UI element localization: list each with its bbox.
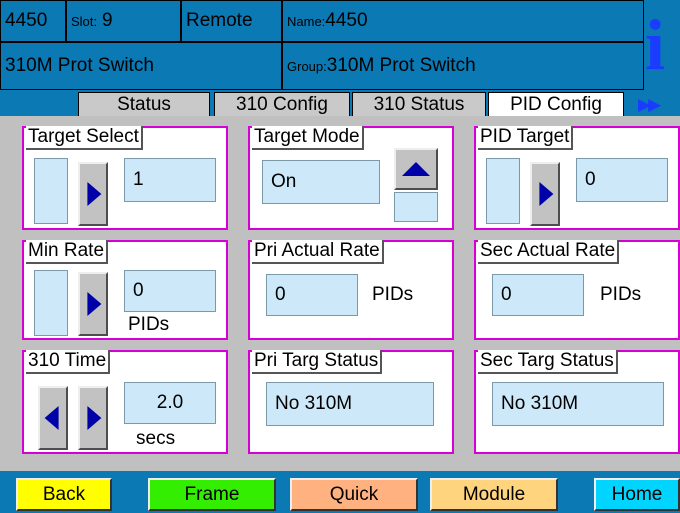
target-mode-up-button[interactable] [394,148,438,190]
min-rate-next-button[interactable] [78,272,108,336]
target-select-field[interactable]: 1 [124,158,216,202]
sec-targ-status-panel: Sec Targ Status No 310M [474,350,680,454]
info-icon[interactable]: i [645,4,680,86]
sec-actual-rate-panel: Sec Actual Rate 0 PIDs [474,240,680,340]
arrow-right-icon [87,292,102,316]
pri-actual-rate-title: Pri Actual Rate [252,240,384,264]
pri-actual-rate-unit: PIDs [372,284,414,305]
time-310-increase-button[interactable] [78,386,108,450]
slot-label: Slot: [71,13,98,29]
back-button[interactable]: Back [16,478,112,511]
sec-actual-rate-field: 0 [492,274,584,316]
pri-actual-rate-panel: Pri Actual Rate 0 PIDs [248,240,454,340]
pid-target-field[interactable]: 0 [576,158,668,202]
pri-actual-rate-field: 0 [266,274,358,316]
target-select-next-button[interactable] [78,162,108,226]
time-310-panel: 310 Time 2.0 secs [22,350,228,454]
group-value: 310M Prot Switch [326,55,476,76]
min-rate-blank [34,270,68,336]
pid-target-title: PID Target [478,126,574,150]
tab-310-config[interactable]: 310 Config [214,92,350,116]
min-rate-field[interactable]: 0 [124,270,216,312]
target-select-panel: Target Select 1 [22,126,228,230]
pri-targ-status-title: Pri Targ Status [252,350,383,374]
pri-targ-status-field: No 310M [266,382,434,426]
home-button[interactable]: Home [594,478,680,511]
target-mode-title: Target Mode [252,126,364,150]
arrow-right-icon [539,182,554,206]
group-label: Group: [287,58,327,74]
slot-cell: Slot: 9 [66,0,181,42]
pid-target-blank [486,158,520,224]
module-button[interactable]: Module [430,478,558,511]
target-select-title: Target Select [26,126,143,150]
sec-actual-rate-unit: PIDs [600,284,642,305]
target-select-blank [34,158,68,224]
tab-status[interactable]: Status [78,92,210,116]
target-mode-panel: Target Mode On [248,126,454,230]
tab-310-status[interactable]: 310 Status [352,92,486,116]
slot-value: 9 [102,10,113,31]
device-type: 310M Prot Switch [0,42,282,90]
pid-target-panel: PID Target 0 [474,126,680,230]
name-cell: Name: 4450 [282,0,644,42]
min-rate-unit: PIDs [128,314,170,335]
arrow-up-icon [402,162,430,176]
quick-button[interactable]: Quick [290,478,418,511]
tab-pid-config[interactable]: PID Config [488,92,624,116]
name-label: Name: [287,13,326,29]
time-310-unit: secs [136,428,176,449]
device-id: 4450 [0,0,66,42]
sec-targ-status-title: Sec Targ Status [478,350,618,374]
name-value: 4450 [325,10,368,31]
time-310-decrease-button[interactable] [38,386,68,450]
frame-button[interactable]: Frame [148,478,276,511]
time-310-title: 310 Time [26,350,111,374]
arrow-right-icon [87,406,102,430]
target-mode-blank [394,192,438,222]
sec-actual-rate-title: Sec Actual Rate [478,240,620,264]
time-310-field[interactable]: 2.0 [124,382,216,424]
pid-target-next-button[interactable] [530,162,560,226]
arrow-left-icon [44,406,59,430]
min-rate-title: Min Rate [26,240,109,264]
tab-scroll-right-icon[interactable]: ▶▶ [638,95,661,115]
arrow-right-icon [87,182,102,206]
mode-indicator: Remote [181,0,282,42]
pri-targ-status-panel: Pri Targ Status No 310M [248,350,454,454]
group-cell: Group: 310M Prot Switch [282,42,644,90]
target-mode-field[interactable]: On [262,160,380,204]
sec-targ-status-field: No 310M [492,382,664,426]
min-rate-panel: Min Rate 0 PIDs [22,240,228,340]
